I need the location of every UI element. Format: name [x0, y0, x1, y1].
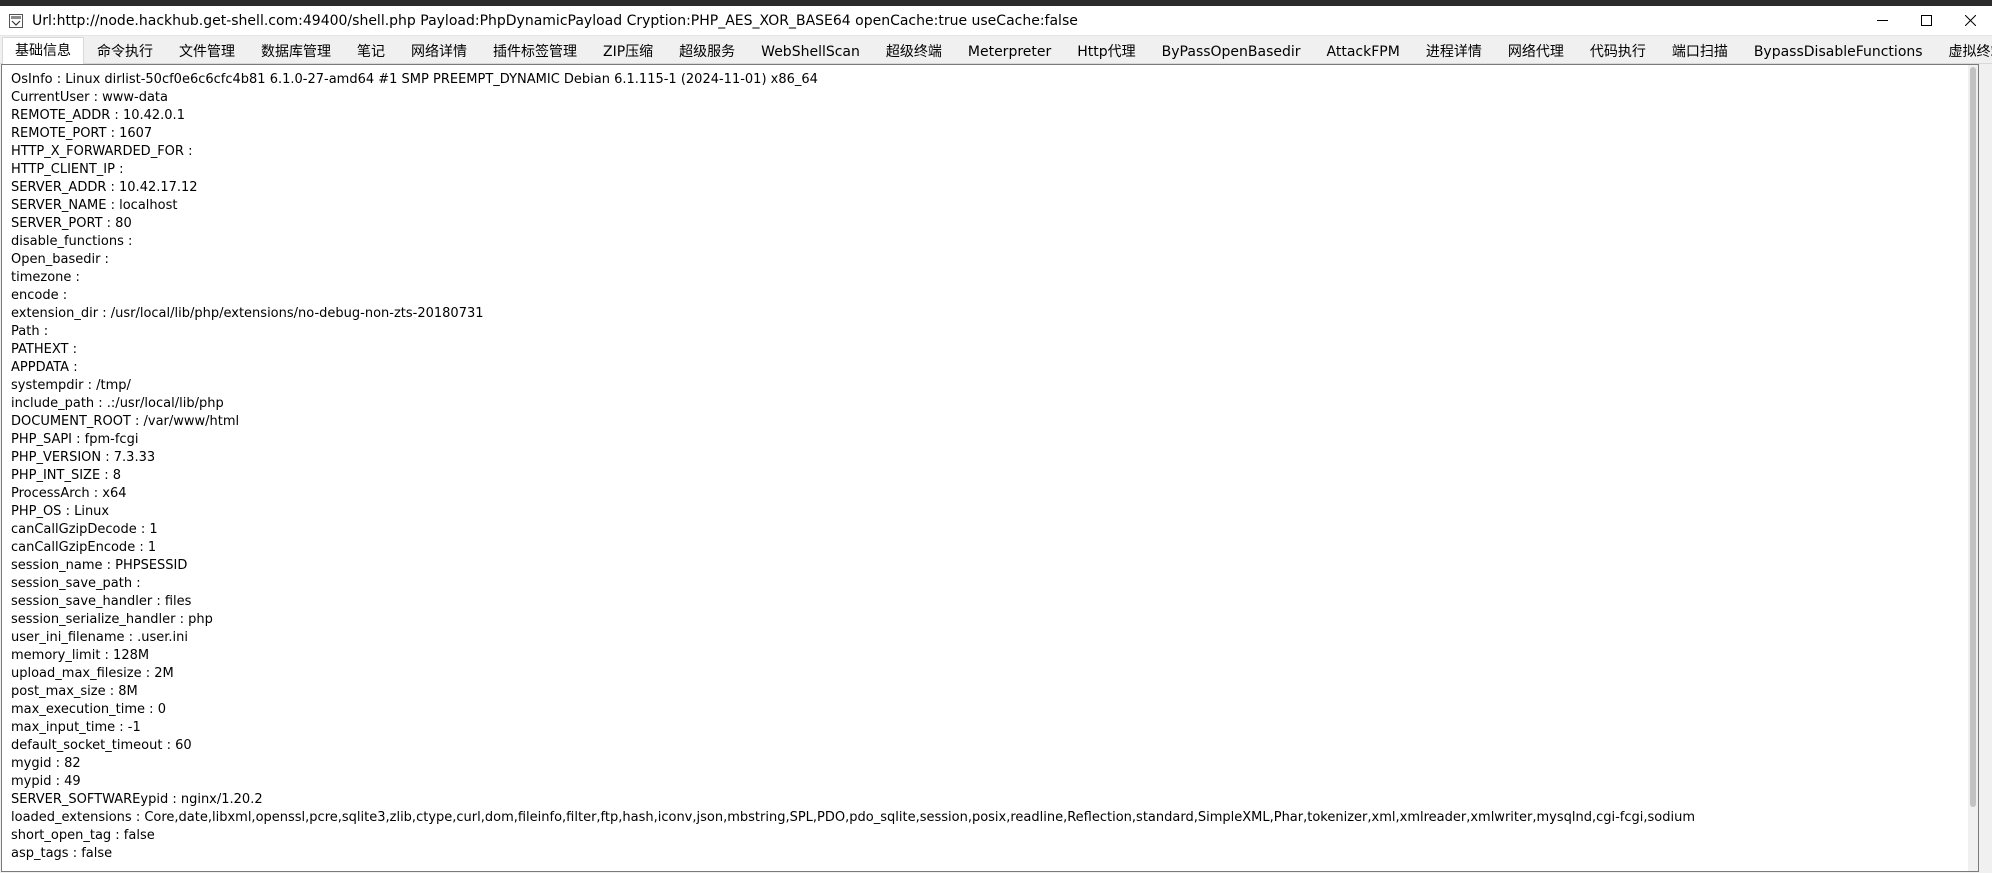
info-line: asp_tags : false — [11, 846, 113, 861]
info-line: mypid : 49 — [11, 774, 81, 789]
tab-meterpreter[interactable]: Meterpreter — [955, 39, 1064, 63]
tab-bypass-openbasedir[interactable]: ByPassOpenBasedir — [1149, 39, 1314, 63]
tab-process-details[interactable]: 进程详情 — [1413, 39, 1495, 63]
tab-strip: 基础信息 命令执行 文件管理 数据库管理 笔记 网络详情 插件标签管理 ZIP压… — [0, 36, 1992, 64]
minimize-button[interactable] — [1860, 6, 1904, 36]
info-line: PHP_VERSION : 7.3.33 — [11, 450, 156, 465]
info-line: encode : — [11, 288, 68, 303]
info-line: PHP_INT_SIZE : 8 — [11, 468, 122, 483]
info-line: session_name : PHPSESSID — [11, 558, 188, 573]
info-line: ProcessArch : x64 — [11, 486, 127, 501]
info-line: loaded_extensions : Core,date,libxml,ope… — [11, 810, 1696, 825]
info-line: SERVER_NAME : localhost — [11, 198, 178, 213]
app-window-icon — [8, 13, 24, 29]
info-line: SERVER_SOFTWAREypid : nginx/1.20.2 — [11, 792, 263, 807]
info-line: upload_max_filesize : 2M — [11, 666, 174, 681]
tab-bypass-disable-functions[interactable]: BypassDisableFunctions — [1741, 39, 1936, 63]
tab-attackfpm[interactable]: AttackFPM — [1314, 39, 1413, 63]
info-line: PHP_SAPI : fpm-fcgi — [11, 432, 139, 447]
tab-plugin-tag-manager[interactable]: 插件标签管理 — [480, 39, 590, 63]
vertical-scrollbar[interactable] — [1968, 65, 1978, 871]
minimize-icon — [1876, 11, 1888, 30]
info-line: mygid : 82 — [11, 756, 81, 771]
tab-code-exec[interactable]: 代码执行 — [1577, 39, 1659, 63]
tab-network-proxy[interactable]: 网络代理 — [1495, 39, 1577, 63]
info-line: default_socket_timeout : 60 — [11, 738, 192, 753]
window-right-edge — [1979, 64, 1992, 873]
tab-virtual-terminal[interactable]: 虚拟终端 — [1936, 39, 1992, 63]
info-line: SERVER_PORT : 80 — [11, 216, 132, 231]
tab-file-manager[interactable]: 文件管理 — [166, 39, 248, 63]
window-title: Url:http://node.hackhub.get-shell.com:49… — [32, 12, 1078, 29]
info-line: REMOTE_ADDR : 10.42.0.1 — [11, 108, 185, 123]
webshell-manager-window: Url:http://node.hackhub.get-shell.com:49… — [0, 0, 1992, 873]
info-line: memory_limit : 128M — [11, 648, 150, 663]
info-line: OsInfo : Linux dirlist-50cf0e6c6cfc4b81 … — [11, 72, 818, 87]
info-line: short_open_tag : false — [11, 828, 155, 843]
info-line: session_save_path : — [11, 576, 141, 591]
tab-port-scan[interactable]: 端口扫描 — [1659, 39, 1741, 63]
tab-webshellscan[interactable]: WebShellScan — [748, 39, 873, 63]
info-line: SERVER_ADDR : 10.42.17.12 — [11, 180, 198, 195]
info-line: post_max_size : 8M — [11, 684, 138, 699]
info-line: session_save_handler : files — [11, 594, 192, 609]
close-button[interactable] — [1948, 6, 1992, 36]
info-line: CurrentUser : www-data — [11, 90, 168, 105]
info-text-area[interactable]: OsInfo : Linux dirlist-50cf0e6c6cfc4b81 … — [11, 71, 1695, 863]
info-line: session_serialize_handler : php — [11, 612, 213, 627]
info-line: canCallGzipEncode : 1 — [11, 540, 157, 555]
info-line: HTTP_CLIENT_IP : — [11, 162, 124, 177]
maximize-button[interactable] — [1904, 6, 1948, 36]
info-line: HTTP_X_FORWARDED_FOR : — [11, 144, 193, 159]
info-line: PATHEXT : — [11, 342, 77, 357]
window-controls — [1860, 6, 1992, 36]
info-line: APPDATA : — [11, 360, 78, 375]
tab-basic-info[interactable]: 基础信息 — [2, 37, 84, 64]
tab-super-terminal[interactable]: 超级终端 — [873, 39, 955, 63]
maximize-icon — [1920, 11, 1932, 30]
info-line: PHP_OS : Linux — [11, 504, 110, 519]
info-line: systempdir : /tmp/ — [11, 378, 131, 393]
tab-super-service[interactable]: 超级服务 — [666, 39, 748, 63]
info-line: user_ini_filename : .user.ini — [11, 630, 189, 645]
tab-notes[interactable]: 笔记 — [344, 39, 398, 63]
info-line: Path : — [11, 324, 49, 339]
title-bar[interactable]: Url:http://node.hackhub.get-shell.com:49… — [0, 6, 1992, 36]
tab-command-exec[interactable]: 命令执行 — [84, 39, 166, 63]
info-line: REMOTE_PORT : 1607 — [11, 126, 153, 141]
tab-network-details[interactable]: 网络详情 — [398, 39, 480, 63]
tab-zip-compress[interactable]: ZIP压缩 — [590, 39, 666, 63]
tab-http-proxy[interactable]: Http代理 — [1064, 39, 1148, 63]
info-line: DOCUMENT_ROOT : /var/www/html — [11, 414, 240, 429]
close-icon — [1964, 11, 1976, 30]
info-line: disable_functions : — [11, 234, 133, 249]
scrollbar-thumb[interactable] — [1970, 67, 1976, 807]
tab-database-manager[interactable]: 数据库管理 — [248, 39, 344, 63]
info-line: include_path : .:/usr/local/lib/php — [11, 396, 224, 411]
basic-info-panel[interactable]: OsInfo : Linux dirlist-50cf0e6c6cfc4b81 … — [1, 64, 1979, 872]
info-line: Open_basedir : — [11, 252, 109, 267]
info-line: timezone : — [11, 270, 80, 285]
info-line: canCallGzipDecode : 1 — [11, 522, 158, 537]
info-line: max_input_time : -1 — [11, 720, 141, 735]
info-line: extension_dir : /usr/local/lib/php/exten… — [11, 306, 484, 321]
info-line: max_execution_time : 0 — [11, 702, 166, 717]
